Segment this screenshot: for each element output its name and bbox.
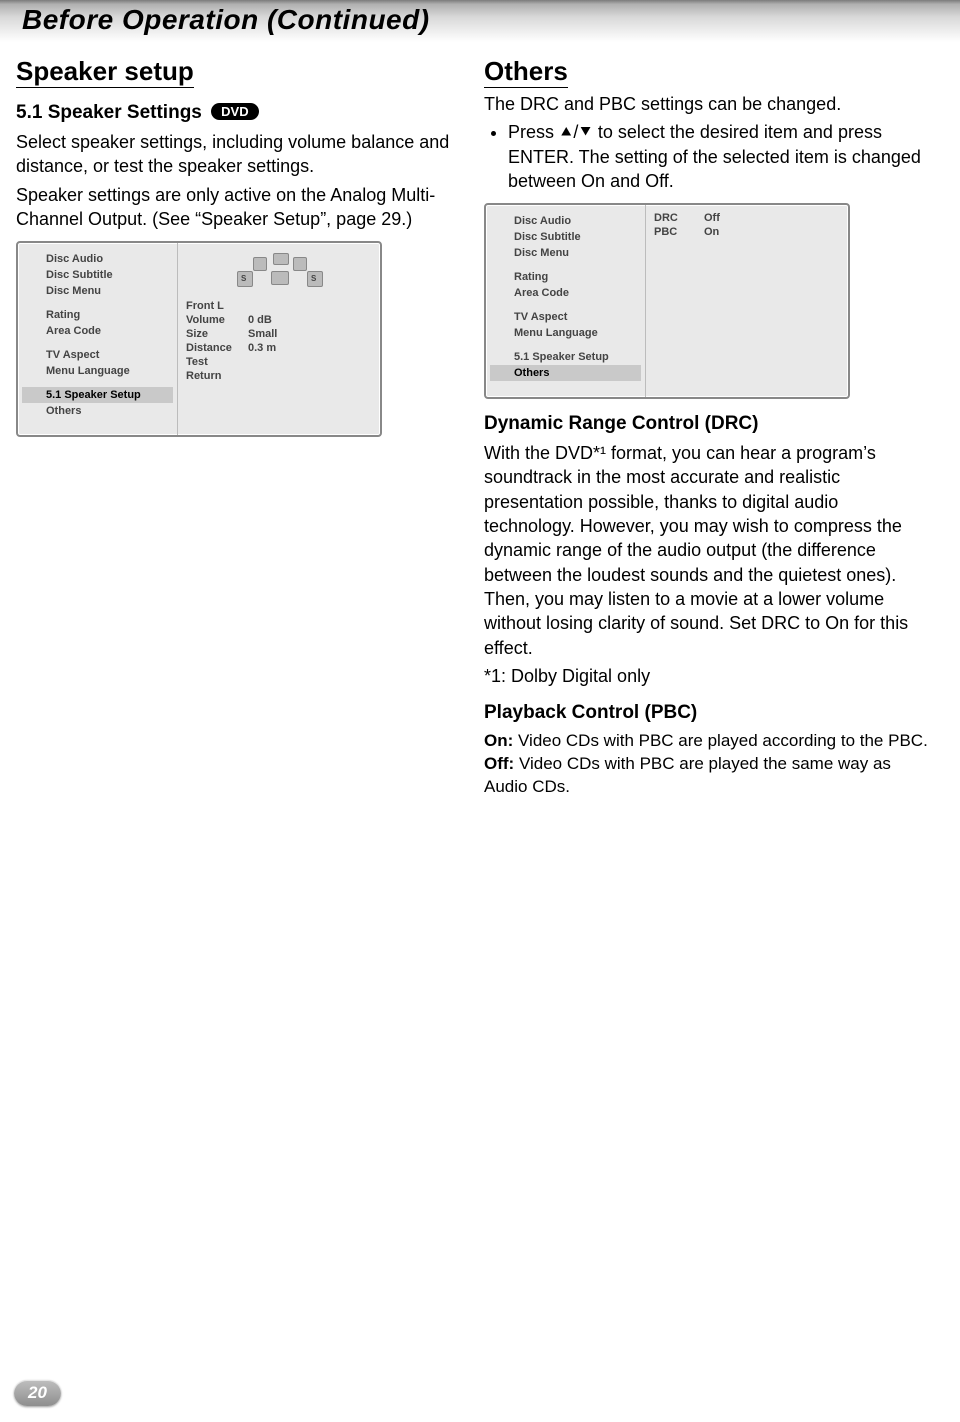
others-heading: Others (484, 56, 932, 88)
kv-row: Distance0.3 m (186, 341, 372, 355)
page-number: 20 (14, 1380, 61, 1406)
drc-heading: Dynamic Range Control (DRC) (484, 413, 932, 435)
drc-body: With the DVD*¹ format, you can hear a pr… (484, 441, 932, 660)
menu-item: Disc Subtitle (22, 267, 173, 283)
osd-menu-speaker: Disc Audio Disc Subtitle Disc Menu Ratin… (16, 241, 382, 437)
speaker-setup-heading: Speaker setup (16, 56, 464, 88)
pbc-off: Off: Video CDs with PBC are played the s… (484, 753, 932, 799)
menu-item: 5.1 Speaker Setup (490, 349, 641, 365)
menu-item: Menu Language (22, 363, 173, 379)
pbc-on: On: Video CDs with PBC are played accord… (484, 730, 932, 753)
kv-row: Test (186, 355, 372, 369)
menu-item: Area Code (490, 285, 641, 301)
menu-item: Area Code (22, 323, 173, 339)
right-column: Others The DRC and PBC settings can be c… (478, 48, 938, 799)
left-column: Speaker setup 5.1 Speaker Settings DVD S… (10, 48, 470, 799)
osd-menu-left: Disc Audio Disc Subtitle Disc Menu Ratin… (486, 205, 646, 397)
kv-row: PBCOn (654, 225, 840, 239)
osd-menu-others: Disc Audio Disc Subtitle Disc Menu Ratin… (484, 203, 850, 399)
speaker-layout-icon: S S (231, 253, 327, 289)
speaker-settings-heading: 5.1 Speaker Settings DVD (16, 102, 464, 124)
others-intro: The DRC and PBC settings can be changed. (484, 92, 932, 116)
osd-menu-right: DRCOff PBCOn (646, 205, 848, 397)
menu-item: TV Aspect (490, 309, 641, 325)
others-bullets: Press ⯅/⯆ to select the desired item and… (484, 120, 932, 193)
menu-item: Disc Menu (22, 283, 173, 299)
menu-item-selected: Others (490, 365, 641, 381)
menu-item: Rating (490, 269, 641, 285)
pbc-heading: Playback Control (PBC) (484, 702, 932, 724)
menu-item: Menu Language (490, 325, 641, 341)
kv-row: Volume0 dB (186, 313, 372, 327)
menu-item: TV Aspect (22, 347, 173, 363)
menu-item: Rating (22, 307, 173, 323)
kv-row: Return (186, 369, 372, 383)
kv-row: DRCOff (654, 211, 840, 225)
section-header: Before Operation (Continued) (0, 0, 960, 42)
drc-footnote: *1: Dolby Digital only (484, 664, 932, 688)
osd-menu-right: S S Front L Volume0 dB SizeSmall Distanc… (178, 243, 380, 435)
menu-item: Others (22, 403, 173, 419)
speaker-setup-para2: Speaker settings are only active on the … (16, 183, 464, 232)
speaker-selected: Front L (186, 299, 372, 313)
menu-item: Disc Audio (490, 213, 641, 229)
menu-item: Disc Subtitle (490, 229, 641, 245)
speaker-setup-para1: Select speaker settings, including volum… (16, 130, 464, 179)
bullet-item: Press ⯅/⯆ to select the desired item and… (508, 120, 932, 193)
osd-menu-left: Disc Audio Disc Subtitle Disc Menu Ratin… (18, 243, 178, 435)
kv-row: SizeSmall (186, 327, 372, 341)
menu-item: Disc Menu (490, 245, 641, 261)
menu-item: Disc Audio (22, 251, 173, 267)
dvd-badge: DVD (211, 103, 258, 120)
menu-item-selected: 5.1 Speaker Setup (22, 387, 173, 403)
